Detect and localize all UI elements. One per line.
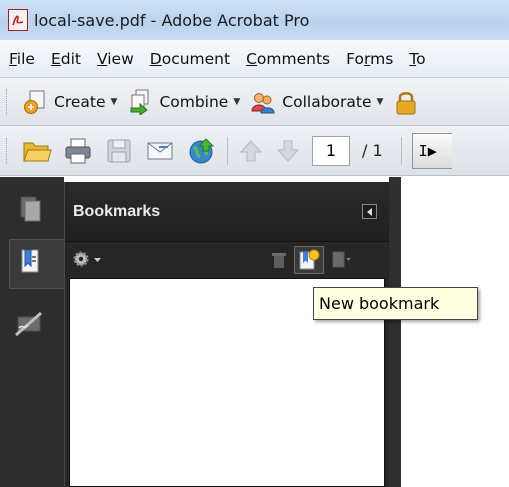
save-disk-icon[interactable] — [104, 137, 134, 165]
collapse-panel-button[interactable] — [362, 204, 377, 219]
lock-icon — [393, 89, 419, 115]
navigation-pane-bar — [0, 177, 64, 487]
document-view[interactable] — [389, 177, 509, 487]
file-toolbar: 1 / 1 I▶ — [0, 126, 509, 176]
bookmarks-icon — [21, 249, 39, 273]
secure-button[interactable] — [393, 89, 425, 115]
new-bookmark-button[interactable] — [294, 246, 324, 274]
next-page-arrow-icon[interactable] — [275, 137, 301, 165]
select-tool-button[interactable]: I▶ — [411, 132, 452, 169]
bookmarks-toolbar — [65, 242, 389, 278]
trash-icon — [272, 253, 286, 268]
acrobat-pdf-icon — [8, 9, 28, 31]
menu-comments[interactable]: Comments — [246, 50, 330, 68]
page-number-input[interactable]: 1 — [312, 135, 350, 166]
new-bookmark-tooltip: New bookmark — [313, 287, 478, 320]
open-folder-icon[interactable] — [22, 137, 52, 165]
collaborate-button[interactable]: Collaborate ▼ — [250, 89, 383, 115]
title-bar: local-save.pdf - Adobe Acrobat Pro — [0, 0, 509, 40]
menu-edit[interactable]: Edit — [51, 50, 81, 68]
pages-panel-button[interactable] — [8, 187, 56, 237]
collaborate-label: Collaborate — [282, 92, 372, 111]
expand-bookmark-button[interactable] — [331, 250, 355, 270]
bookmarks-panel-button[interactable] — [9, 239, 64, 289]
combine-files-icon — [127, 89, 153, 116]
select-tool-label: I — [418, 141, 428, 160]
toolbar-separator — [227, 136, 228, 165]
chevron-down-icon: ▼ — [110, 96, 118, 107]
options-gear-button[interactable] — [71, 249, 105, 271]
menu-bar: File Edit View Document Comments Forms T… — [0, 40, 509, 78]
cursor-arrow-icon: ▶ — [427, 141, 437, 160]
chevron-down-icon: ▼ — [376, 96, 384, 107]
menu-forms[interactable]: Forms — [346, 50, 393, 68]
toolbar-grip[interactable] — [6, 137, 10, 164]
signature-pen-icon — [15, 311, 42, 337]
previous-page-arrow-icon[interactable] — [238, 137, 264, 165]
collaborate-users-icon — [250, 89, 276, 115]
new-bookmark-icon — [299, 249, 320, 270]
create-label: Create — [54, 92, 106, 111]
combine-button[interactable]: Combine ▼ — [127, 89, 241, 116]
create-button[interactable]: Create ▼ — [22, 89, 117, 115]
page-total: / 1 — [362, 141, 383, 160]
bookmarks-panel: Bookmarks — [64, 182, 389, 487]
upload-globe-icon[interactable] — [186, 137, 216, 165]
menu-document[interactable]: Document — [150, 50, 230, 68]
bookmark-options-icon — [332, 251, 351, 268]
create-pdf-icon — [22, 89, 48, 115]
toolbar-grip[interactable] — [6, 88, 10, 115]
bookmarks-panel-title: Bookmarks — [73, 202, 161, 220]
menu-view[interactable]: View — [97, 50, 134, 68]
chevron-down-icon: ▼ — [233, 96, 241, 107]
tooltip-text: New bookmark — [319, 294, 440, 313]
window-title: local-save.pdf - Adobe Acrobat Pro — [34, 10, 310, 30]
menu-tools[interactable]: To — [409, 50, 425, 68]
tasks-toolbar: Create ▼ Combine ▼ Collaborate ▼ — [0, 78, 509, 126]
toolbar-separator — [400, 136, 402, 165]
combine-label: Combine — [159, 92, 229, 111]
email-envelope-icon[interactable] — [145, 137, 175, 165]
print-icon[interactable] — [63, 137, 93, 165]
delete-bookmark-button[interactable] — [270, 250, 288, 270]
signatures-panel-button[interactable] — [8, 303, 56, 353]
pages-icon — [20, 196, 41, 222]
menu-file[interactable]: File — [9, 50, 35, 68]
gear-icon — [73, 251, 101, 267]
bookmarks-panel-header: Bookmarks — [65, 182, 389, 242]
